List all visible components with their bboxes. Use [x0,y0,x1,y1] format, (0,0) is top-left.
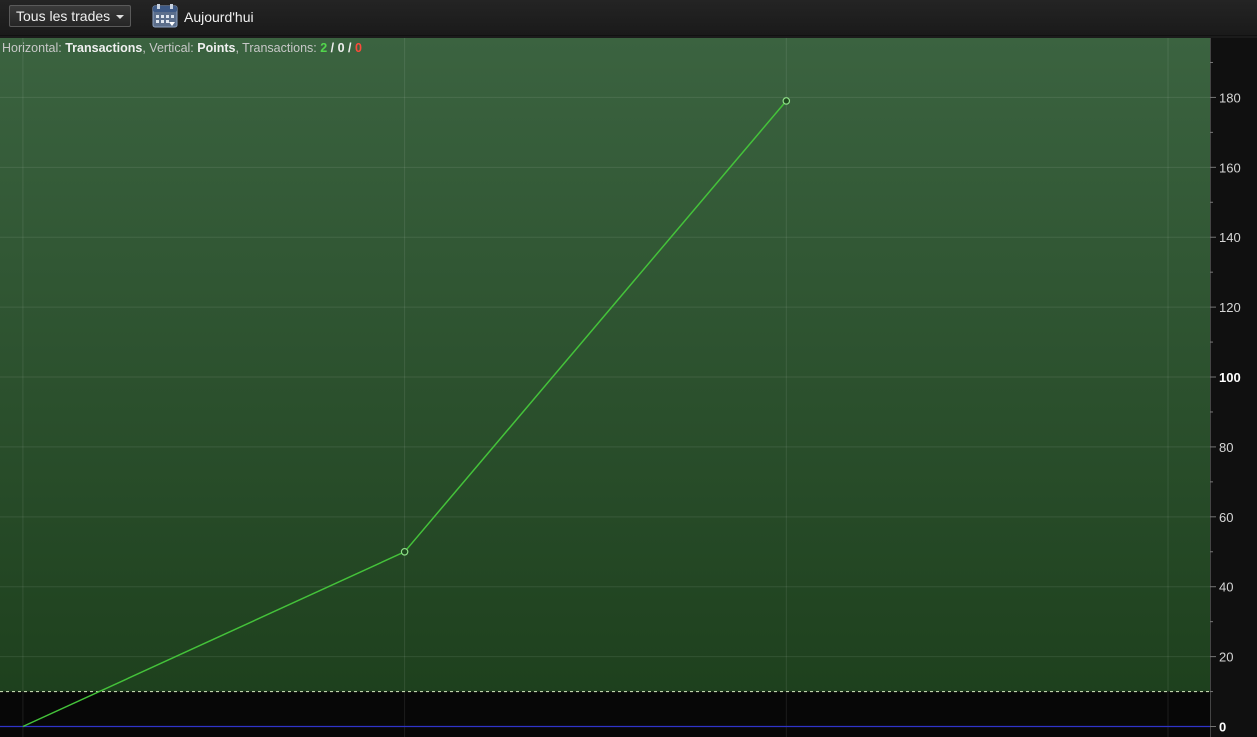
plot-background [0,38,1210,737]
y-tick-label: 180 [1219,90,1241,105]
transactions-loss-count: 0 [354,41,362,55]
trade-filter-dropdown[interactable]: Tous les trades [9,5,132,27]
data-point [782,97,791,105]
chevron-down-icon [116,14,125,19]
calendar-icon [152,3,178,32]
y-tick-label: 140 [1219,230,1241,245]
info-sep: / [344,41,355,55]
info-v-value: Points [197,41,236,55]
date-picker-button[interactable]: Aujourd'hui [152,3,254,32]
info-h-value: Transactions [65,41,143,55]
y-tick-label: 80 [1219,440,1233,455]
data-point [400,547,409,556]
y-tick-label: 120 [1219,300,1241,315]
below-threshold-zone [0,691,1210,737]
y-tick-label: 20 [1219,650,1233,665]
info-sep: / [327,41,338,55]
info-t-prefix: , Transactions: [235,41,321,55]
transactions-even-count: 0 [337,41,345,55]
info-v-prefix: , Vertical: [142,41,198,55]
equity-chart: 0 20 40 60 80 100 120 140 160 180 [0,38,1257,737]
chart-info-line: Horizontal: Transactions, Vertical: Poin… [2,41,362,55]
y-tick-label: 0 [1219,720,1226,735]
trade-filter-label: Tous les trades [16,8,111,24]
date-label: Aujourd'hui [184,9,254,25]
y-axis-panel [1210,38,1257,737]
toolbar: Tous les trades Aujourd'hui [0,0,1257,36]
y-tick-label: 40 [1219,580,1233,595]
y-tick-label: 100 [1219,370,1241,385]
y-tick-label: 60 [1219,510,1233,525]
info-h-prefix: Horizontal: [2,41,66,55]
y-tick-label: 160 [1219,160,1241,175]
